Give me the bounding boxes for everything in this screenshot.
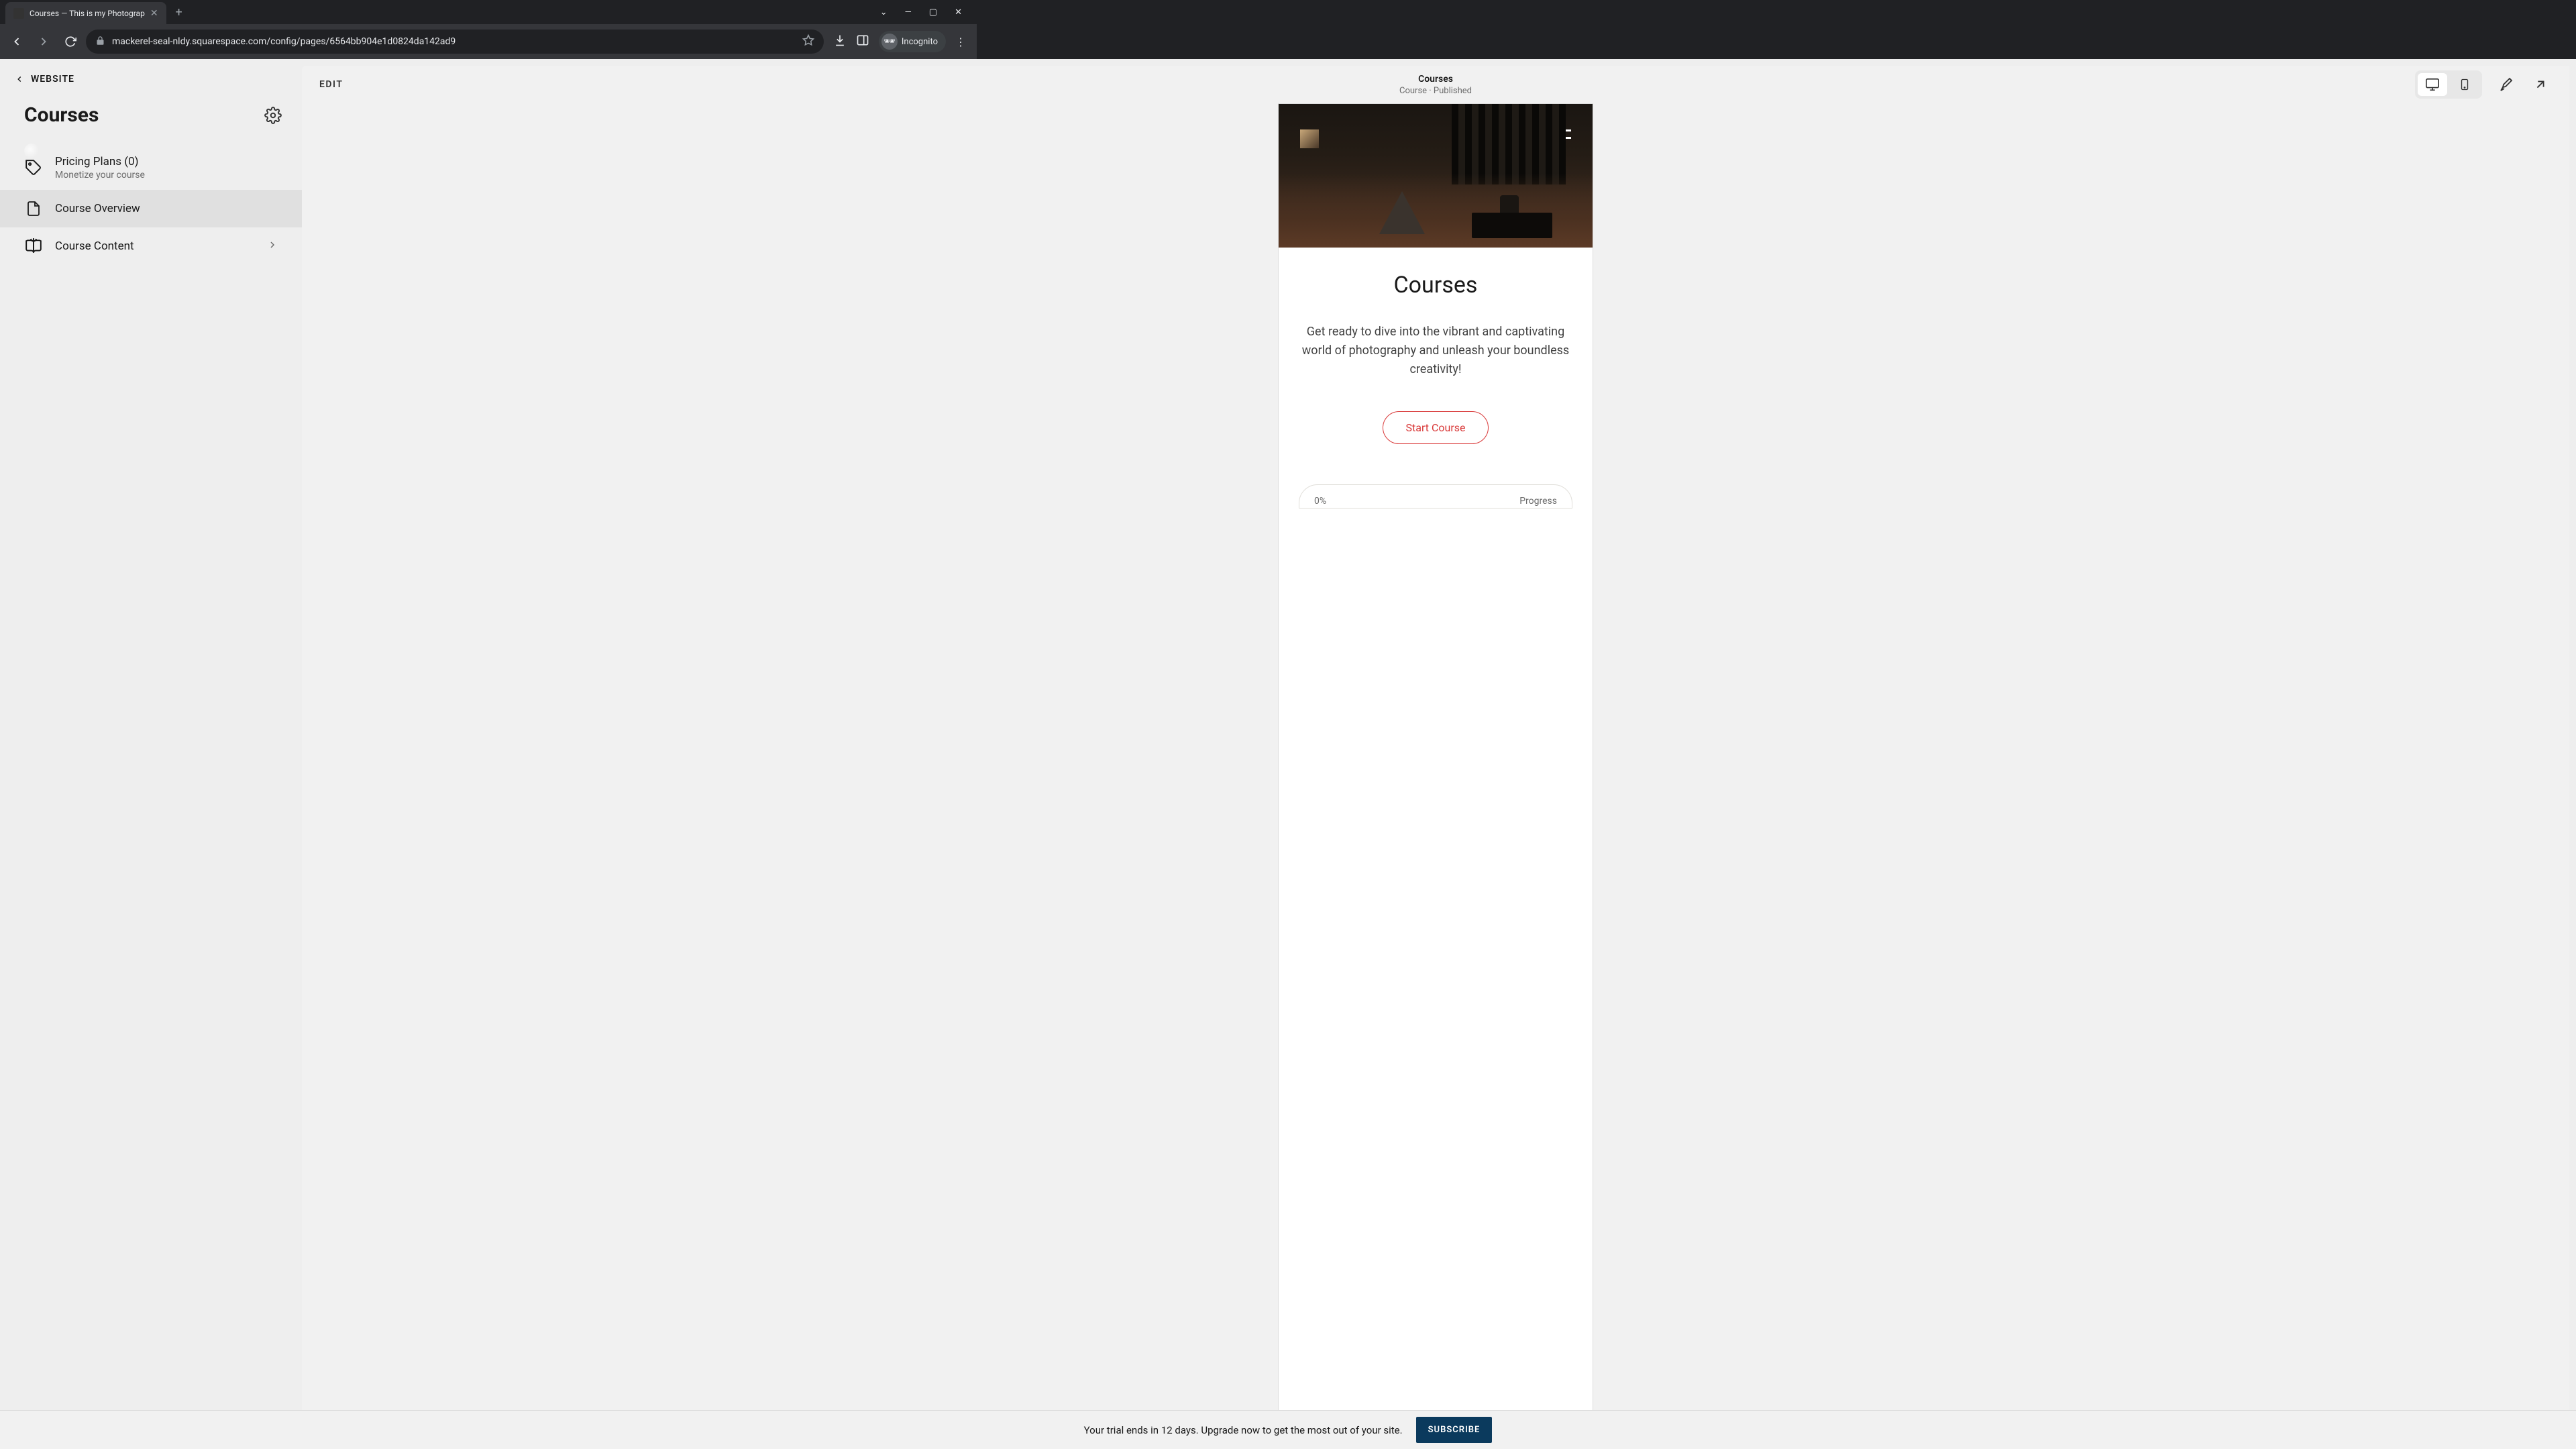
preview-title-block: Courses Course · Published	[1399, 74, 1472, 96]
menu-text: Course Overview	[55, 202, 278, 215]
address-bar: mackerel-seal-nldy.squarespace.com/confi…	[0, 24, 977, 59]
preview-page-status: Course · Published	[1399, 86, 1472, 96]
tag-icon	[24, 158, 43, 177]
site-preview-frame[interactable]: Courses Get ready to dive into the vibra…	[1278, 103, 1593, 1410]
preview-panel: EDIT Courses Course · Published	[302, 66, 2569, 1410]
hero-scene	[1279, 174, 1593, 248]
toolbar-right: 🕶 Incognito ⋮	[828, 31, 971, 52]
menu-text: Course Content	[55, 239, 255, 253]
window-controls: ⌄ — ▢ ✕	[880, 7, 971, 17]
site-logo[interactable]	[1300, 129, 1319, 148]
menu-item-title: Course Overview	[55, 202, 278, 215]
external-link-icon	[2533, 77, 2548, 92]
trial-message: Your trial ends in 12 days. Upgrade now …	[1084, 1424, 1403, 1436]
start-course-button[interactable]: Start Course	[1383, 411, 1489, 444]
kebab-menu-icon[interactable]: ⋮	[955, 36, 966, 48]
browser-chrome: Courses — This is my Photograp ✕ + ⌄ — ▢…	[0, 0, 977, 59]
styles-button[interactable]	[2494, 73, 2517, 96]
incognito-badge[interactable]: 🕶 Incognito	[879, 31, 946, 52]
device-toggle	[2415, 70, 2482, 99]
side-panel-icon[interactable]	[856, 34, 869, 50]
downloads-icon[interactable]	[833, 34, 847, 50]
chevron-left-icon	[15, 74, 24, 84]
preview-page-name: Courses	[1399, 74, 1472, 85]
back-link-label: WEBSITE	[31, 74, 74, 85]
hero-section	[1279, 104, 1593, 248]
minimize-button[interactable]: —	[905, 7, 912, 17]
pyramid-prop	[1379, 191, 1425, 234]
books-prop	[1472, 213, 1552, 238]
preview-topbar: EDIT Courses Course · Published	[302, 66, 2569, 103]
sidebar-title: Courses	[24, 103, 99, 127]
gear-icon	[264, 107, 282, 124]
lock-icon	[95, 36, 105, 48]
tab-title: Courses — This is my Photograp	[30, 9, 145, 18]
forward-button[interactable]	[32, 30, 55, 53]
sidebar-header: Courses	[0, 103, 302, 146]
desktop-view-button[interactable]	[2418, 73, 2447, 96]
course-heading: Courses	[1299, 272, 1572, 299]
mobile-view-button[interactable]	[2450, 73, 2479, 96]
progress-card: 0% Progress	[1299, 484, 1572, 508]
sidebar-item-course-overview[interactable]: Course Overview	[0, 190, 302, 227]
app-shell: WEBSITE Courses Pricing Plans (0) Moneti…	[0, 59, 2576, 1449]
trial-banner: Your trial ends in 12 days. Upgrade now …	[0, 1410, 2576, 1449]
subscribe-button[interactable]: SUBSCRIBE	[1416, 1417, 1493, 1443]
incognito-label: Incognito	[902, 37, 938, 47]
bookmark-star-icon[interactable]	[802, 34, 814, 49]
url-text: mackerel-seal-nldy.squarespace.com/confi…	[112, 36, 796, 47]
chevron-right-icon	[267, 239, 278, 253]
back-to-website-link[interactable]: WEBSITE	[0, 74, 302, 103]
menu-item-subtitle: Monetize your course	[55, 170, 278, 180]
menu-item-title: Course Content	[55, 239, 255, 253]
sidebar-item-course-content[interactable]: Course Content	[0, 227, 302, 265]
settings-gear-button[interactable]	[262, 104, 284, 127]
app-body: WEBSITE Courses Pricing Plans (0) Moneti…	[0, 59, 2576, 1410]
edit-button[interactable]: EDIT	[319, 79, 343, 90]
favicon-icon	[13, 8, 24, 19]
desktop-icon	[2425, 77, 2440, 92]
paintbrush-icon	[2498, 76, 2514, 93]
maximize-button[interactable]: ▢	[929, 7, 937, 17]
expand-button[interactable]	[2529, 73, 2552, 96]
close-window-button[interactable]: ✕	[955, 7, 962, 17]
mobile-icon	[2459, 77, 2471, 92]
hero-backdrop	[1452, 104, 1566, 184]
book-icon	[24, 237, 43, 256]
new-tab-button[interactable]: +	[176, 5, 182, 19]
preview-canvas: Courses Get ready to dive into the vibra…	[302, 103, 2569, 1410]
progress-percent: 0%	[1314, 496, 1326, 506]
course-description: Get ready to dive into the vibrant and c…	[1299, 323, 1572, 379]
menu-item-title: Pricing Plans (0)	[55, 155, 278, 168]
browser-tab[interactable]: Courses — This is my Photograp ✕	[5, 2, 166, 25]
sidebar: WEBSITE Courses Pricing Plans (0) Moneti…	[0, 59, 302, 1410]
site-content: Courses Get ready to dive into the vibra…	[1279, 248, 1593, 525]
close-tab-icon[interactable]: ✕	[150, 8, 158, 19]
tab-bar: Courses — This is my Photograp ✕ + ⌄ — ▢…	[0, 0, 977, 24]
reload-button[interactable]	[59, 30, 82, 53]
sidebar-item-pricing-plans[interactable]: Pricing Plans (0) Monetize your course	[0, 146, 302, 190]
menu-text: Pricing Plans (0) Monetize your course	[55, 155, 278, 180]
preview-tools	[2415, 70, 2552, 99]
dropdown-icon[interactable]: ⌄	[880, 7, 888, 17]
incognito-icon: 🕶	[881, 34, 898, 50]
back-button[interactable]	[5, 30, 28, 53]
page-icon	[24, 199, 43, 218]
progress-label: Progress	[1519, 496, 1557, 506]
url-bar[interactable]: mackerel-seal-nldy.squarespace.com/confi…	[86, 30, 824, 54]
